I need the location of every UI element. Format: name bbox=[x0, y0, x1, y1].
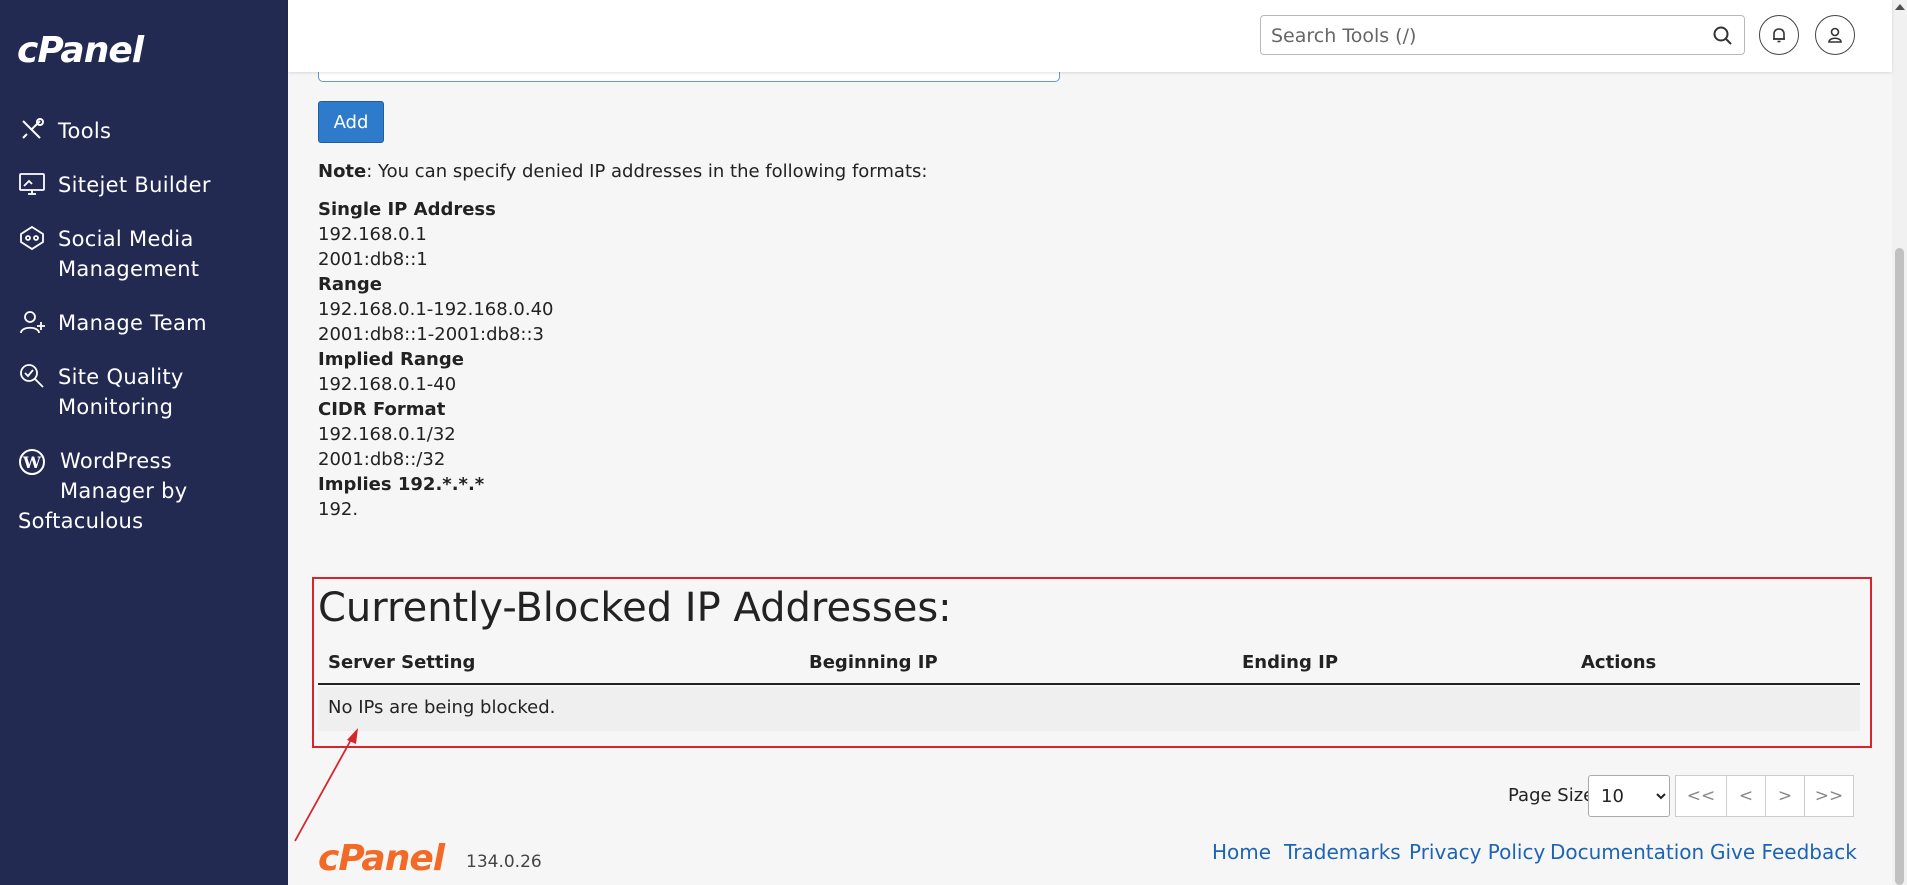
footer-link-trademarks[interactable]: Trademarks bbox=[1284, 840, 1401, 864]
sidebar-item-social-media[interactable]: Social Media Management bbox=[0, 220, 288, 288]
sidebar-item-label: Manage Team bbox=[58, 311, 207, 335]
format-heading: Implied Range bbox=[318, 349, 464, 370]
previous-page-button[interactable]: < bbox=[1726, 775, 1766, 817]
first-page-button[interactable]: << bbox=[1675, 775, 1727, 817]
footer-link-home[interactable]: Home bbox=[1212, 840, 1271, 864]
note-text: Note: You can specify denied IP addresse… bbox=[318, 159, 927, 184]
table-header: Server Setting Beginning IP Ending IP Ac… bbox=[318, 646, 1860, 685]
scroll-up-arrow[interactable] bbox=[1895, 4, 1905, 10]
bell-icon bbox=[1773, 28, 1785, 43]
format-example: 192.168.0.1-192.168.0.40 bbox=[318, 299, 554, 320]
column-header-ending-ip[interactable]: Ending IP bbox=[1242, 652, 1338, 673]
sidebar-item-manage-team[interactable]: Manage Team bbox=[0, 304, 288, 342]
user-menu-button[interactable] bbox=[1815, 15, 1855, 55]
format-example: 192.168.0.1/32 bbox=[318, 424, 456, 445]
manage-team-icon bbox=[18, 308, 48, 338]
search-input[interactable] bbox=[1271, 23, 1691, 49]
page-size-label: Page Size bbox=[1508, 785, 1595, 806]
format-example: 192. bbox=[318, 499, 359, 520]
sidebar-item-label: Monitoring bbox=[58, 395, 174, 419]
top-bar bbox=[288, 0, 1892, 72]
sidebar-item-sitejet-builder[interactable]: Sitejet Builder bbox=[0, 166, 288, 204]
site-quality-icon bbox=[18, 362, 48, 392]
sidebar-item-label: Social Media bbox=[58, 227, 194, 251]
format-example: 192.168.0.1-40 bbox=[318, 374, 457, 395]
sidebar: cPanel Tools Sitejet Builder Social Medi… bbox=[0, 0, 288, 885]
page-size-select[interactable]: 10 bbox=[1588, 775, 1670, 817]
footer-link-documentation[interactable]: Documentation bbox=[1550, 840, 1704, 864]
format-heading: CIDR Format bbox=[318, 399, 446, 420]
note-body: : You can specify denied IP addresses in… bbox=[366, 161, 928, 182]
version-label: 134.0.26 bbox=[466, 852, 542, 872]
notifications-button[interactable] bbox=[1759, 15, 1799, 55]
sidebar-item-label: Tools bbox=[58, 119, 112, 143]
cpanel-logo[interactable]: cPanel bbox=[17, 30, 144, 71]
format-heading: Range bbox=[318, 274, 382, 295]
format-example: 2001:db8::1 bbox=[318, 249, 428, 270]
table-row: No IPs are being blocked. bbox=[318, 687, 1860, 731]
empty-message: No IPs are being blocked. bbox=[328, 697, 556, 718]
sidebar-nav: Tools Sitejet Builder Social Media Manag… bbox=[0, 112, 288, 540]
wordpress-icon: W bbox=[18, 448, 48, 478]
sidebar-item-tools[interactable]: Tools bbox=[0, 112, 288, 150]
sidebar-item-label: Manager by bbox=[60, 479, 188, 503]
format-example: 2001:db8::/32 bbox=[318, 449, 446, 470]
sidebar-item-label: Sitejet Builder bbox=[58, 173, 211, 197]
social-media-icon bbox=[18, 224, 48, 254]
user-icon bbox=[1828, 27, 1842, 43]
next-page-button[interactable]: > bbox=[1765, 775, 1805, 817]
sidebar-item-label: Softaculous bbox=[18, 509, 144, 533]
footer-link-privacy-policy[interactable]: Privacy Policy bbox=[1409, 840, 1545, 864]
last-page-button[interactable]: >> bbox=[1804, 775, 1854, 817]
sidebar-item-label: WordPress bbox=[60, 449, 172, 473]
format-heading: Single IP Address bbox=[318, 199, 496, 220]
annotation-arrow bbox=[294, 728, 358, 842]
column-header-beginning-ip[interactable]: Beginning IP bbox=[809, 652, 938, 673]
format-example: 192.168.0.1 bbox=[318, 224, 427, 245]
add-button[interactable]: Add bbox=[318, 101, 384, 143]
svg-text:W: W bbox=[22, 453, 42, 472]
scrollbar-thumb[interactable] bbox=[1895, 248, 1904, 885]
search-box[interactable] bbox=[1260, 15, 1745, 55]
sidebar-item-label: Management bbox=[58, 257, 200, 281]
sidebar-item-wordpress-manager[interactable]: W WordPress Manager by Softaculous bbox=[0, 442, 288, 540]
sidebar-item-site-quality[interactable]: Site Quality Monitoring bbox=[0, 358, 288, 426]
format-heading: Implies 192.*.*.* bbox=[318, 474, 485, 495]
monitor-icon bbox=[18, 170, 48, 200]
column-header-actions: Actions bbox=[1581, 652, 1657, 673]
sidebar-item-label: Site Quality bbox=[58, 365, 184, 389]
column-header-server-setting[interactable]: Server Setting bbox=[328, 652, 475, 673]
tools-icon bbox=[18, 116, 48, 146]
format-example: 2001:db8::1-2001:db8::3 bbox=[318, 324, 545, 345]
main-content: Add Note: You can specify denied IP addr… bbox=[288, 0, 1892, 885]
search-icon[interactable] bbox=[1712, 25, 1734, 47]
footer-link-give-feedback[interactable]: Give Feedback bbox=[1710, 840, 1857, 864]
blocked-ips-title: Currently-Blocked IP Addresses: bbox=[318, 585, 952, 631]
note-prefix: Note bbox=[318, 161, 367, 182]
footer-cpanel-logo[interactable]: cPanel bbox=[318, 838, 445, 879]
